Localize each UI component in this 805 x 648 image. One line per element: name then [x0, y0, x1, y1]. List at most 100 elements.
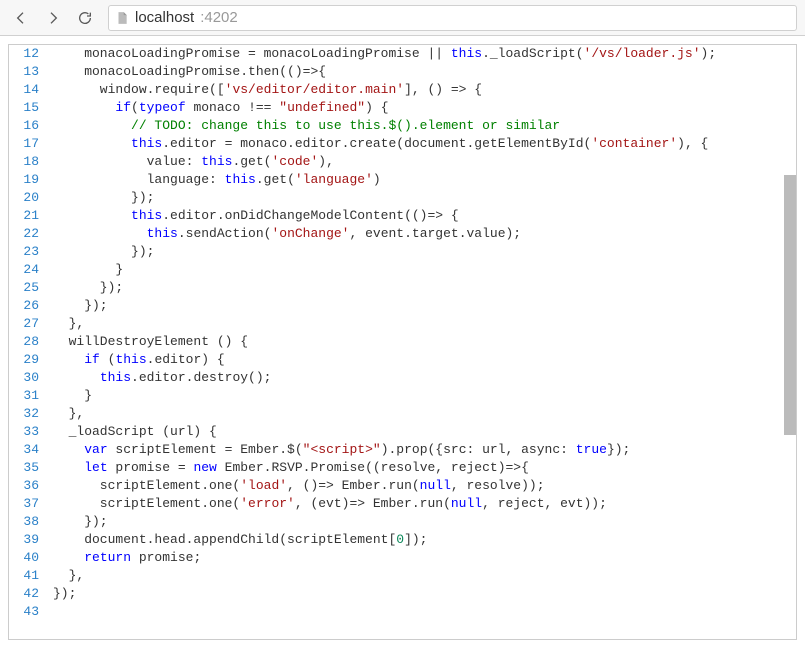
- line-content[interactable]: }: [53, 261, 796, 279]
- url-port: :4202: [200, 9, 238, 26]
- line-number: 16: [9, 117, 53, 135]
- code-line[interactable]: 29 if (this.editor) {: [9, 351, 796, 369]
- code-line[interactable]: 26 });: [9, 297, 796, 315]
- line-number: 26: [9, 297, 53, 315]
- line-number: 12: [9, 45, 53, 63]
- code-line[interactable]: 21 this.editor.onDidChangeModelContent((…: [9, 207, 796, 225]
- line-content[interactable]: // TODO: change this to use this.$().ele…: [53, 117, 796, 135]
- code-line[interactable]: 42});: [9, 585, 796, 603]
- line-content[interactable]: },: [53, 405, 796, 423]
- line-content[interactable]: scriptElement.one('error', (evt)=> Ember…: [53, 495, 796, 513]
- line-number: 20: [9, 189, 53, 207]
- line-number: 22: [9, 225, 53, 243]
- line-content[interactable]: return promise;: [53, 549, 796, 567]
- line-content[interactable]: this.sendAction('onChange', event.target…: [53, 225, 796, 243]
- line-number: 29: [9, 351, 53, 369]
- line-content[interactable]: }: [53, 387, 796, 405]
- line-number: 17: [9, 135, 53, 153]
- line-content[interactable]: },: [53, 567, 796, 585]
- line-number: 34: [9, 441, 53, 459]
- page-icon: [115, 11, 129, 25]
- code-line[interactable]: 25 });: [9, 279, 796, 297]
- code-line[interactable]: 39 document.head.appendChild(scriptEleme…: [9, 531, 796, 549]
- line-content[interactable]: });: [53, 585, 796, 603]
- line-content[interactable]: willDestroyElement () {: [53, 333, 796, 351]
- code-line[interactable]: 23 });: [9, 243, 796, 261]
- line-content[interactable]: },: [53, 315, 796, 333]
- line-content[interactable]: });: [53, 279, 796, 297]
- line-number: 15: [9, 99, 53, 117]
- line-content[interactable]: if (this.editor) {: [53, 351, 796, 369]
- code-line[interactable]: 40 return promise;: [9, 549, 796, 567]
- reload-button[interactable]: [72, 5, 98, 31]
- browser-toolbar: localhost:4202: [0, 0, 805, 36]
- url-bar[interactable]: localhost:4202: [108, 5, 797, 31]
- line-content[interactable]: document.head.appendChild(scriptElement[…: [53, 531, 796, 549]
- code-line[interactable]: 33 _loadScript (url) {: [9, 423, 796, 441]
- line-content[interactable]: monacoLoadingPromise = monacoLoadingProm…: [53, 45, 796, 63]
- code-line[interactable]: 35 let promise = new Ember.RSVP.Promise(…: [9, 459, 796, 477]
- line-number: 25: [9, 279, 53, 297]
- line-number: 43: [9, 603, 53, 621]
- line-content[interactable]: });: [53, 189, 796, 207]
- line-number: 18: [9, 153, 53, 171]
- code-line[interactable]: 16 // TODO: change this to use this.$().…: [9, 117, 796, 135]
- line-number: 14: [9, 81, 53, 99]
- code-line[interactable]: 36 scriptElement.one('load', ()=> Ember.…: [9, 477, 796, 495]
- code-line[interactable]: 41 },: [9, 567, 796, 585]
- forward-button[interactable]: [40, 5, 66, 31]
- code-line[interactable]: 38 });: [9, 513, 796, 531]
- line-content[interactable]: });: [53, 243, 796, 261]
- code-scroll-area[interactable]: 12 monacoLoadingPromise = monacoLoadingP…: [9, 45, 796, 639]
- line-number: 23: [9, 243, 53, 261]
- arrow-right-icon: [45, 10, 61, 26]
- code-line[interactable]: 34 var scriptElement = Ember.$("<script>…: [9, 441, 796, 459]
- code-editor[interactable]: 12 monacoLoadingPromise = monacoLoadingP…: [8, 44, 797, 640]
- line-content[interactable]: _loadScript (url) {: [53, 423, 796, 441]
- line-content[interactable]: scriptElement.one('load', ()=> Ember.run…: [53, 477, 796, 495]
- code-line[interactable]: 17 this.editor = monaco.editor.create(do…: [9, 135, 796, 153]
- line-number: 36: [9, 477, 53, 495]
- line-content[interactable]: window.require(['vs/editor/editor.main']…: [53, 81, 796, 99]
- code-line[interactable]: 15 if(typeof monaco !== "undefined") {: [9, 99, 796, 117]
- code-line[interactable]: 13 monacoLoadingPromise.then(()=>{: [9, 63, 796, 81]
- code-line[interactable]: 20 });: [9, 189, 796, 207]
- line-content[interactable]: [53, 603, 796, 621]
- line-content[interactable]: this.editor.destroy();: [53, 369, 796, 387]
- code-line[interactable]: 30 this.editor.destroy();: [9, 369, 796, 387]
- line-content[interactable]: });: [53, 513, 796, 531]
- line-number: 24: [9, 261, 53, 279]
- code-line[interactable]: 32 },: [9, 405, 796, 423]
- line-content[interactable]: language: this.get('language'): [53, 171, 796, 189]
- line-number: 40: [9, 549, 53, 567]
- back-button[interactable]: [8, 5, 34, 31]
- scrollbar-thumb[interactable]: [784, 175, 796, 435]
- line-number: 31: [9, 387, 53, 405]
- code-line[interactable]: 18 value: this.get('code'),: [9, 153, 796, 171]
- line-content[interactable]: this.editor.onDidChangeModelContent(()=>…: [53, 207, 796, 225]
- line-number: 35: [9, 459, 53, 477]
- line-content[interactable]: });: [53, 297, 796, 315]
- code-line[interactable]: 43: [9, 603, 796, 621]
- code-line[interactable]: 28 willDestroyElement () {: [9, 333, 796, 351]
- line-number: 21: [9, 207, 53, 225]
- code-line[interactable]: 22 this.sendAction('onChange', event.tar…: [9, 225, 796, 243]
- code-line[interactable]: 27 },: [9, 315, 796, 333]
- line-content[interactable]: monacoLoadingPromise.then(()=>{: [53, 63, 796, 81]
- code-line[interactable]: 19 language: this.get('language'): [9, 171, 796, 189]
- code-line[interactable]: 31 }: [9, 387, 796, 405]
- vertical-scrollbar[interactable]: [784, 45, 796, 639]
- line-number: 13: [9, 63, 53, 81]
- line-number: 41: [9, 567, 53, 585]
- line-content[interactable]: value: this.get('code'),: [53, 153, 796, 171]
- code-line[interactable]: 14 window.require(['vs/editor/editor.mai…: [9, 81, 796, 99]
- line-content[interactable]: if(typeof monaco !== "undefined") {: [53, 99, 796, 117]
- line-content[interactable]: this.editor = monaco.editor.create(docum…: [53, 135, 796, 153]
- line-number: 42: [9, 585, 53, 603]
- code-line[interactable]: 12 monacoLoadingPromise = monacoLoadingP…: [9, 45, 796, 63]
- code-line[interactable]: 37 scriptElement.one('error', (evt)=> Em…: [9, 495, 796, 513]
- code-line[interactable]: 24 }: [9, 261, 796, 279]
- line-content[interactable]: var scriptElement = Ember.$("<script>").…: [53, 441, 796, 459]
- line-content[interactable]: let promise = new Ember.RSVP.Promise((re…: [53, 459, 796, 477]
- arrow-left-icon: [13, 10, 29, 26]
